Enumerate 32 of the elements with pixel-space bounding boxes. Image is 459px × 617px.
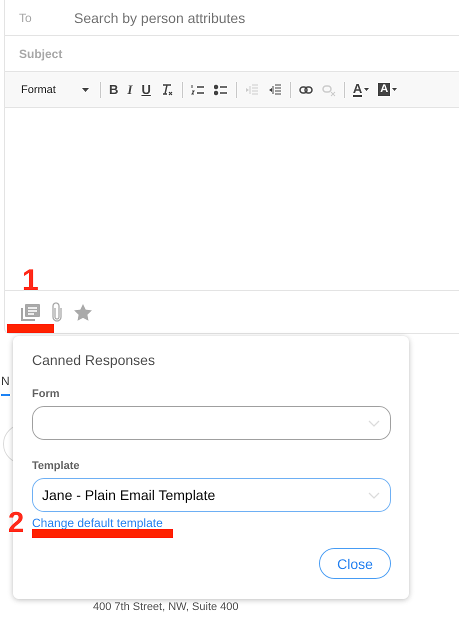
italic-button[interactable]: I	[124, 80, 136, 100]
bulleted-icon	[214, 82, 228, 96]
document-stack-icon[interactable]	[21, 304, 40, 320]
annotation-bar	[7, 324, 54, 333]
address-text: 400 7th Street, NW, Suite 400	[93, 601, 239, 613]
annotation-number: 2	[8, 509, 24, 538]
form-label: Form	[32, 388, 60, 400]
underline-button[interactable]: U	[138, 80, 154, 100]
caret-icon	[392, 88, 398, 91]
change-default-template-link[interactable]: Change default template	[32, 516, 163, 530]
background-color-button[interactable]: A	[375, 80, 400, 100]
numbered-icon	[190, 82, 205, 96]
chevron-down-icon	[368, 492, 380, 498]
caret-icon	[82, 88, 89, 92]
format-dropdown[interactable]: Format	[15, 80, 95, 100]
popup-title: Canned Responses	[32, 352, 156, 368]
star-icon[interactable]	[74, 304, 92, 320]
indent-icon	[268, 82, 282, 96]
caret-icon	[364, 88, 370, 91]
text-color-button[interactable]: A	[350, 80, 372, 100]
tab[interactable]: N	[1, 374, 10, 396]
chevron-down-icon	[368, 420, 380, 426]
close-button[interactable]: Close	[319, 548, 391, 579]
template-dropdown[interactable]: Jane - Plain Email Template	[32, 478, 391, 512]
outdent-icon	[244, 82, 259, 96]
bold-button[interactable]: B	[106, 80, 122, 100]
to-label: To	[19, 10, 33, 24]
unlink-icon	[322, 82, 336, 96]
template-label: Template	[32, 460, 80, 472]
form-dropdown[interactable]	[32, 406, 391, 440]
paperclip-icon[interactable]	[52, 302, 62, 322]
annotation-number: 1	[22, 266, 39, 296]
